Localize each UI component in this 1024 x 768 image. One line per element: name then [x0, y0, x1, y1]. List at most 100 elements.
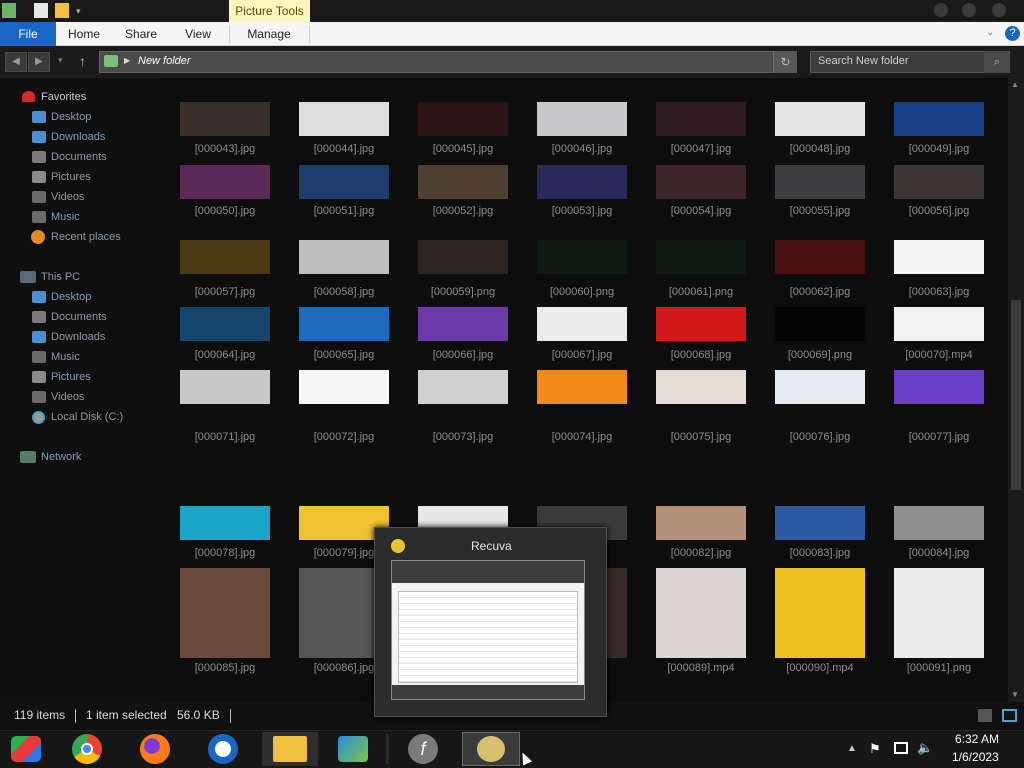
nav-item-downloads[interactable]: Downloads — [51, 331, 105, 343]
file-thumbnail[interactable] — [537, 165, 627, 199]
file-thumbnail[interactable] — [775, 165, 865, 199]
file-thumbnail[interactable] — [418, 307, 508, 341]
nav-item-music[interactable]: Music — [51, 211, 80, 223]
maximize-button[interactable] — [962, 3, 976, 17]
file-thumbnail[interactable] — [418, 165, 508, 199]
file-name[interactable]: [000077].jpg — [879, 431, 999, 443]
nav-item-documents[interactable]: Documents — [51, 311, 107, 323]
file-name[interactable]: [000070].mp4 — [879, 349, 999, 361]
file-thumbnail[interactable] — [299, 240, 389, 274]
scrollbar-thumb[interactable] — [1011, 300, 1021, 490]
tab-file[interactable]: File — [0, 22, 56, 46]
new-folder-icon[interactable] — [55, 3, 69, 18]
file-name[interactable]: [000082].jpg — [641, 547, 761, 559]
file-thumbnail[interactable] — [775, 102, 865, 136]
firefox-button[interactable] — [128, 732, 182, 766]
ribbon-expand-icon[interactable]: ⌄ — [986, 27, 994, 38]
nav-item-music[interactable]: Music — [51, 351, 80, 363]
file-name[interactable]: [000078].jpg — [165, 547, 285, 559]
file-name[interactable]: [000054].jpg — [641, 205, 761, 217]
file-name[interactable]: [000056].jpg — [879, 205, 999, 217]
file-explorer-button[interactable] — [262, 732, 318, 766]
file-name[interactable]: [000061].png — [641, 286, 761, 298]
nav-item-desktop[interactable]: Desktop — [51, 111, 91, 123]
file-name[interactable]: [000059].png — [403, 286, 523, 298]
search-icon[interactable]: ⌕ — [984, 51, 1010, 73]
file-name[interactable]: [000055].jpg — [760, 205, 880, 217]
file-name[interactable]: [000058].jpg — [284, 286, 404, 298]
clock-date[interactable]: 1/6/2023 — [952, 750, 999, 764]
nav-item-recent-places[interactable]: Recent places — [51, 231, 121, 243]
file-name[interactable]: [000057].jpg — [165, 286, 285, 298]
file-thumbnail[interactable] — [299, 307, 389, 341]
file-thumbnail[interactable] — [299, 165, 389, 199]
help-icon[interactable]: ? — [1005, 26, 1020, 41]
tab-share[interactable]: Share — [118, 22, 164, 46]
file-name[interactable]: [000050].jpg — [165, 205, 285, 217]
file-name[interactable]: [000044].jpg — [284, 143, 404, 155]
recent-locations-icon[interactable]: ▾ — [58, 55, 63, 66]
nav-this-pc[interactable]: This PC — [41, 271, 80, 283]
file-thumbnail[interactable] — [775, 568, 865, 658]
file-name[interactable]: [000090].mp4 — [760, 662, 880, 674]
nav-item-pictures[interactable]: Pictures — [51, 371, 91, 383]
file-name[interactable]: [000084].jpg — [879, 547, 999, 559]
clock-time[interactable]: 6:32 AM — [955, 732, 999, 746]
taskbar-thumbnail-preview[interactable] — [374, 527, 607, 717]
file-name[interactable]: [000076].jpg — [760, 431, 880, 443]
file-name[interactable]: [000085].jpg — [165, 662, 285, 674]
address-bar[interactable] — [99, 51, 797, 73]
file-name[interactable]: [000072].jpg — [284, 431, 404, 443]
file-thumbnail[interactable] — [656, 506, 746, 540]
file-thumbnail[interactable] — [180, 165, 270, 199]
flash-button[interactable]: f — [396, 732, 450, 766]
nav-item-desktop[interactable]: Desktop — [51, 291, 91, 303]
file-thumbnail[interactable] — [894, 568, 984, 658]
file-thumbnail[interactable] — [537, 370, 627, 404]
file-thumbnail[interactable] — [894, 165, 984, 199]
file-name[interactable]: [000062].jpg — [760, 286, 880, 298]
network-status-icon[interactable] — [894, 742, 908, 754]
file-thumbnail[interactable] — [894, 307, 984, 341]
file-thumbnail[interactable] — [418, 240, 508, 274]
chevron-down-icon[interactable]: ▾ — [76, 6, 81, 17]
refresh-button[interactable]: ↻ — [773, 51, 797, 73]
nav-item-videos[interactable]: Videos — [51, 391, 84, 403]
file-name[interactable]: [000051].jpg — [284, 205, 404, 217]
tab-view[interactable]: View — [176, 22, 220, 46]
minimize-button[interactable] — [934, 3, 948, 17]
up-arrow-icon[interactable]: ↑ — [79, 53, 86, 69]
file-thumbnail[interactable] — [180, 568, 270, 658]
network-app-button[interactable] — [326, 732, 380, 766]
breadcrumb-chevron-icon[interactable]: ▶ — [124, 56, 130, 65]
file-thumbnail[interactable] — [537, 307, 627, 341]
file-thumbnail[interactable] — [656, 370, 746, 404]
file-thumbnail[interactable] — [418, 370, 508, 404]
file-name[interactable]: [000089].mp4 — [641, 662, 761, 674]
app-switcher-button[interactable] — [0, 732, 54, 766]
close-button[interactable] — [992, 3, 1006, 17]
scroll-up-arrow-icon[interactable]: ▲ — [1011, 80, 1019, 89]
file-name[interactable]: [000074].jpg — [522, 431, 642, 443]
file-thumbnail[interactable] — [180, 240, 270, 274]
file-thumbnail[interactable] — [656, 240, 746, 274]
file-name[interactable]: [000068].jpg — [641, 349, 761, 361]
file-thumbnail[interactable] — [537, 240, 627, 274]
nav-item-pictures[interactable]: Pictures — [51, 171, 91, 183]
file-name[interactable]: [000060].png — [522, 286, 642, 298]
file-thumbnail[interactable] — [418, 102, 508, 136]
file-name[interactable]: [000069].png — [760, 349, 880, 361]
file-thumbnail[interactable] — [894, 102, 984, 136]
file-thumbnail[interactable] — [775, 307, 865, 341]
file-name[interactable]: [000067].jpg — [522, 349, 642, 361]
action-center-flag-icon[interactable]: ⚑ — [869, 741, 881, 757]
file-thumbnail[interactable] — [656, 102, 746, 136]
file-name[interactable]: [000045].jpg — [403, 143, 523, 155]
file-name[interactable]: [000064].jpg — [165, 349, 285, 361]
file-thumbnail[interactable] — [537, 102, 627, 136]
file-thumbnail[interactable] — [656, 307, 746, 341]
file-name[interactable]: [000048].jpg — [760, 143, 880, 155]
file-name[interactable]: [000075].jpg — [641, 431, 761, 443]
file-thumbnail[interactable] — [180, 307, 270, 341]
nav-item-documents[interactable]: Documents — [51, 151, 107, 163]
